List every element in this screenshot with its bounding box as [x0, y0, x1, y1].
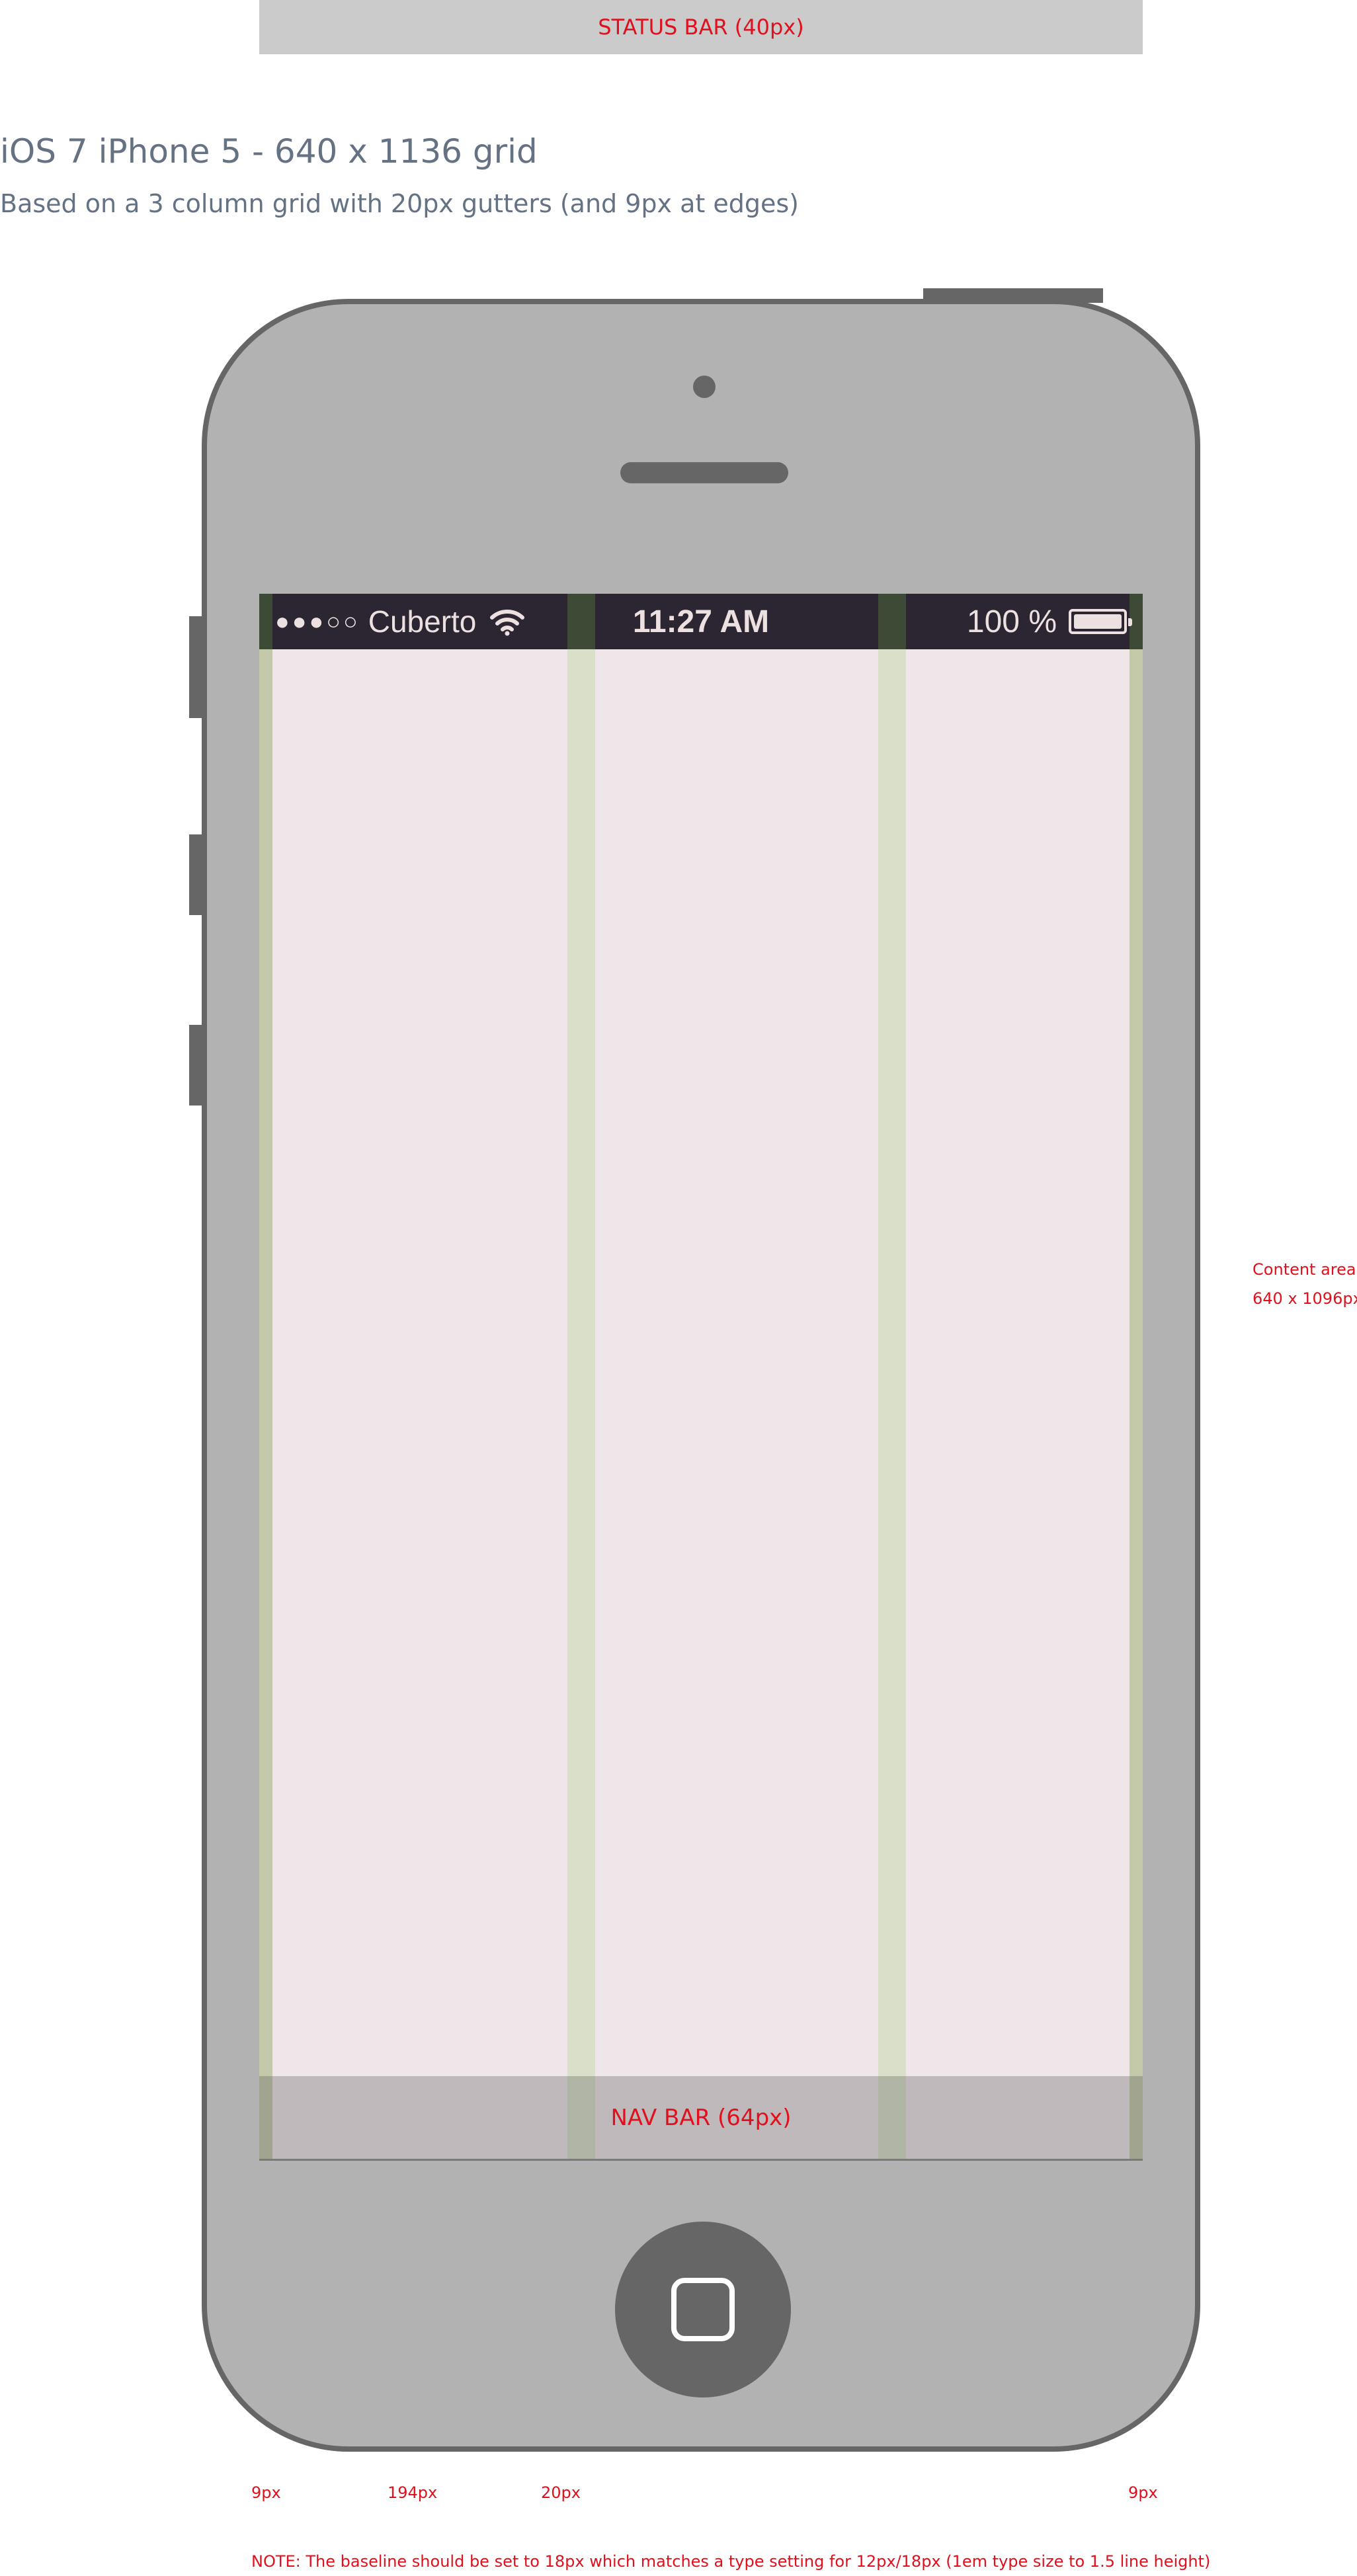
- mute-switch[interactable]: [189, 616, 205, 718]
- content-area-annotation: Content area: 640 x 1096px: [1253, 1255, 1357, 1313]
- phone-screen: ●●●○○ Cuberto 11:27 AM 100 % NAV BAR (64…: [259, 594, 1143, 2161]
- nav-bar-label: NAV BAR (64px): [610, 2104, 792, 2131]
- home-button[interactable]: [615, 2222, 791, 2397]
- battery-icon: [1069, 609, 1132, 634]
- volume-down-button[interactable]: [189, 1025, 205, 1106]
- page-subtitle: Based on a 3 column grid with 20px gutte…: [0, 189, 800, 218]
- content-area-size: 640 x 1096px: [1253, 1289, 1357, 1308]
- page-title: iOS 7 iPhone 5 - 640 x 1136 grid: [0, 132, 538, 171]
- earpiece-speaker: [620, 462, 788, 483]
- nav-bar: NAV BAR (64px): [259, 2076, 1143, 2161]
- baseline-note: NOTE: The baseline should be set to 18px…: [251, 2552, 1211, 2571]
- edge-gutter-right: [1130, 594, 1143, 2161]
- column-gutter-2: [878, 594, 906, 2161]
- volume-up-button[interactable]: [189, 834, 205, 915]
- measure-edge-left: 9px: [251, 2483, 281, 2502]
- top-power-button[interactable]: [923, 288, 1103, 303]
- battery-percentage: 100 %: [966, 604, 1057, 639]
- status-bar-annotation: STATUS BAR (40px): [259, 0, 1143, 54]
- ios-status-bar: ●●●○○ Cuberto 11:27 AM 100 %: [259, 594, 1143, 649]
- battery-group: 100 %: [966, 594, 1132, 649]
- measure-gutter: 20px: [541, 2483, 581, 2502]
- front-camera: [693, 376, 716, 398]
- content-area-label: Content area:: [1253, 1260, 1357, 1279]
- measure-edge-right: 9px: [1128, 2483, 1158, 2502]
- home-button-icon: [671, 2278, 735, 2341]
- edge-gutter-left: [259, 594, 272, 2161]
- measure-column-width: 194px: [388, 2483, 438, 2502]
- column-gutter-1: [567, 594, 595, 2161]
